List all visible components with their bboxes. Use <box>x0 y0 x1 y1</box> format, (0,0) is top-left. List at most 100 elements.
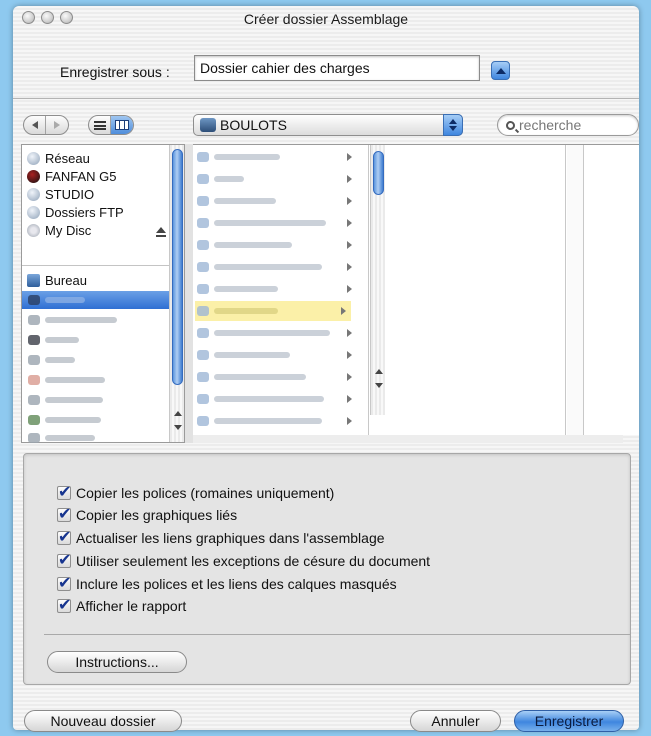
arrow-right-icon <box>54 121 60 129</box>
save-as-label: Enregistrer sous : <box>60 64 170 80</box>
option-hidden-layers[interactable]: Inclure les polices et les liens des cal… <box>57 573 397 593</box>
save-button[interactable]: Enregistrer <box>514 710 624 732</box>
location-popup[interactable]: BOULOTS <box>193 114 463 136</box>
arrow-left-icon <box>31 121 38 129</box>
list-view-button[interactable] <box>89 116 111 134</box>
list-item[interactable] <box>197 279 357 299</box>
list-item[interactable] <box>197 235 357 255</box>
scroll-down-button[interactable] <box>171 421 184 433</box>
option-hyphenation-exceptions[interactable]: Utiliser seulement les exceptions de cés… <box>57 550 430 570</box>
column-view-button[interactable] <box>111 116 133 134</box>
sidebar-divider <box>22 265 170 266</box>
list-item[interactable] <box>197 147 357 167</box>
location-label: BOULOTS <box>220 117 287 133</box>
checkbox-checked[interactable] <box>57 527 71 546</box>
list-item[interactable] <box>197 367 357 387</box>
blurred-sidebar-item[interactable] <box>28 355 75 365</box>
popup-arrows <box>443 114 463 136</box>
blurred-sidebar-item[interactable] <box>28 395 103 405</box>
column-view-icon <box>115 120 129 130</box>
scroll-up-button[interactable] <box>372 365 385 377</box>
checkbox-checked[interactable] <box>57 595 71 614</box>
save-as-input[interactable] <box>194 55 480 81</box>
back-button[interactable] <box>24 116 46 134</box>
sidebar-item-label: My Disc <box>45 222 92 238</box>
sidebar-item-fanfan-g5[interactable]: FANFAN G5 <box>27 167 117 185</box>
horizontal-scrollbar[interactable] <box>193 435 623 443</box>
chevron-right-icon <box>347 285 352 293</box>
column-scrollbar[interactable] <box>370 145 385 415</box>
sidebar-splitter[interactable] <box>185 144 193 443</box>
list-item[interactable] <box>197 323 357 343</box>
arrow-up-icon <box>449 119 457 124</box>
eject-icon[interactable] <box>156 227 166 237</box>
blurred-sidebar-item[interactable] <box>28 433 95 443</box>
arrow-down-icon <box>374 382 383 388</box>
list-item-highlighted[interactable] <box>195 301 351 321</box>
options-panel: Copier les polices (romaines uniquement)… <box>23 453 631 685</box>
cancel-button[interactable]: Annuler <box>410 710 501 732</box>
back-forward-control <box>23 115 69 135</box>
arrow-up-icon <box>173 410 182 416</box>
option-copy-fonts[interactable]: Copier les polices (romaines uniquement) <box>57 482 334 502</box>
option-show-report[interactable]: Afficher le rapport <box>57 595 187 615</box>
list-item[interactable] <box>197 411 357 431</box>
scrollbar-thumb[interactable] <box>172 149 183 385</box>
instructions-button[interactable]: Instructions... <box>47 651 187 673</box>
list-item[interactable] <box>197 389 357 409</box>
option-label: Copier les graphiques liés <box>76 507 238 523</box>
chevron-right-icon <box>347 395 352 403</box>
checkbox-checked[interactable] <box>57 550 71 569</box>
blurred-sidebar-item[interactable] <box>28 375 105 385</box>
computer-icon <box>27 169 40 183</box>
sidebar-item-selected[interactable] <box>22 291 170 309</box>
list-item[interactable] <box>197 257 357 277</box>
chevron-right-icon <box>347 329 352 337</box>
view-mode-control <box>88 115 134 135</box>
search-placeholder: recherche <box>519 117 582 133</box>
sidebar-item-bureau[interactable]: Bureau <box>27 271 87 289</box>
sidebar-item-dossiers-ftp[interactable]: Dossiers FTP <box>27 203 124 221</box>
checkbox-checked[interactable] <box>57 482 71 501</box>
title-bar: Créer dossier Assemblage <box>13 6 639 30</box>
options-divider <box>44 634 630 635</box>
list-item[interactable] <box>197 213 357 233</box>
network-volume-icon <box>27 187 40 201</box>
arrow-up-icon <box>374 368 383 374</box>
chevron-right-icon <box>347 219 352 227</box>
sidebar-item-studio[interactable]: STUDIO <box>27 185 94 203</box>
chevron-right-icon <box>347 175 352 183</box>
divider <box>13 98 639 99</box>
checkbox-checked[interactable] <box>57 504 71 523</box>
list-item[interactable] <box>197 191 357 211</box>
sidebar-item-my-disc[interactable]: My Disc <box>27 221 167 239</box>
blurred-sidebar-item[interactable] <box>28 315 117 325</box>
triangle-up-icon <box>495 67 506 74</box>
folder-icon <box>200 118 216 132</box>
arrow-down-icon <box>449 126 457 131</box>
blurred-sidebar-item[interactable] <box>28 415 101 425</box>
chevron-right-icon <box>341 307 346 315</box>
chevron-right-icon <box>347 241 352 249</box>
collapse-dialog-button[interactable] <box>491 61 510 80</box>
scrollbar-thumb[interactable] <box>373 151 384 195</box>
scroll-up-button[interactable] <box>171 407 184 419</box>
scroll-down-button[interactable] <box>372 379 385 391</box>
sidebar-scrollbar[interactable] <box>169 145 184 442</box>
chevron-right-icon <box>347 373 352 381</box>
browser-column-3 <box>567 145 584 435</box>
option-label: Inclure les polices et les liens des cal… <box>76 576 397 592</box>
option-label: Afficher le rapport <box>76 598 187 614</box>
search-field[interactable]: recherche <box>497 114 639 136</box>
list-item[interactable] <box>197 345 357 365</box>
blurred-sidebar-item[interactable] <box>28 335 79 345</box>
chevron-right-icon <box>347 197 352 205</box>
checkbox-checked[interactable] <box>57 573 71 592</box>
sidebar-item-reseau[interactable]: Réseau <box>27 149 90 167</box>
list-item[interactable] <box>197 169 357 189</box>
new-folder-button[interactable]: Nouveau dossier <box>24 710 182 732</box>
option-update-links[interactable]: Actualiser les liens graphiques dans l'a… <box>57 527 385 547</box>
forward-button[interactable] <box>46 116 68 134</box>
chevron-right-icon <box>347 417 352 425</box>
option-copy-graphics[interactable]: Copier les graphiques liés <box>57 504 238 524</box>
